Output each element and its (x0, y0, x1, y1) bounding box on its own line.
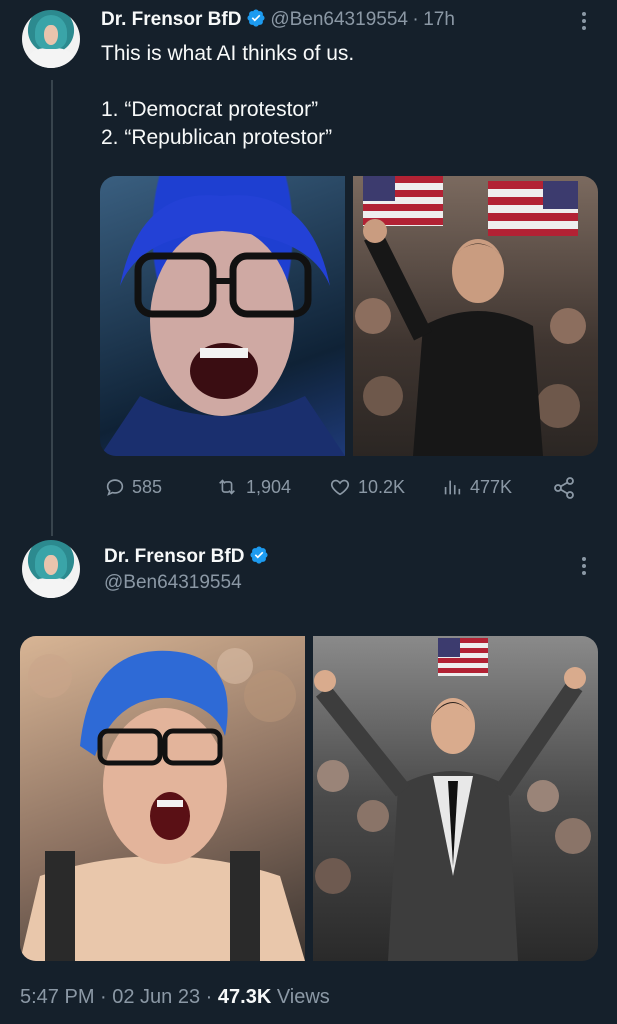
thread-line (51, 80, 53, 536)
author-name[interactable]: Dr. Frensor BfD (101, 9, 241, 30)
cheering-man-illustration (314, 638, 591, 961)
reply-icon (106, 479, 124, 496)
more-options-icon[interactable] (582, 557, 586, 578)
like-button[interactable]: 10.2K (328, 476, 405, 498)
author-handle[interactable]: @Ben64319554 (270, 9, 408, 30)
tweet-image-republican-protestor[interactable] (353, 176, 598, 456)
avatar[interactable] (22, 10, 80, 68)
views-total: 47.3K (217, 986, 272, 1008)
more-options-icon[interactable] (582, 12, 586, 33)
separator: · (412, 9, 419, 30)
tweet-text-line: This is what AI thinks of us. (101, 42, 355, 65)
analytics-icon (444, 480, 461, 495)
tweet-timestamp[interactable]: 5:47 PM · 02 Jun 23 · 47.3K Views (20, 986, 330, 1009)
share-button[interactable] (552, 476, 576, 500)
american-flag-right (488, 181, 578, 236)
author-handle[interactable]: @Ben64319554 (104, 572, 269, 594)
verified-badge-icon (247, 9, 265, 27)
reply-count: 585 (132, 476, 163, 497)
tweet-header: Dr. Frensor BfD @Ben64319554 · 17h (101, 8, 455, 31)
screaming-woman-illustration (20, 648, 305, 961)
author-block: Dr. Frensor BfD @Ben64319554 (104, 545, 269, 594)
tweet-image-democrat-protestor[interactable] (20, 636, 305, 961)
heart-icon (330, 479, 350, 496)
views-button[interactable]: 477K (440, 476, 512, 498)
share-icon (554, 477, 574, 499)
tweet-time[interactable]: 17h (423, 9, 455, 30)
retweet-icon (219, 479, 235, 495)
retweet-button[interactable]: 1,904 (214, 476, 291, 498)
verified-badge-icon (250, 546, 268, 564)
tweet-text-line: 1. “Democrat protestor” (101, 98, 319, 121)
american-flag-left (363, 176, 443, 226)
like-count: 10.2K (358, 476, 406, 497)
tweet-image-democrat-protestor[interactable] (100, 176, 345, 456)
tweet-text-line: 2. “Republican protestor” (101, 126, 333, 149)
reply-button[interactable]: 585 (104, 476, 162, 498)
tweet-image-republican-protestor[interactable] (313, 636, 598, 961)
tweet-text: This is what AI thinks of us. 1. “Democr… (101, 40, 354, 152)
crying-woman-illustration (100, 195, 345, 456)
retweet-count: 1,904 (246, 476, 292, 497)
american-flag (438, 638, 488, 676)
avatar[interactable] (22, 540, 80, 598)
timestamp-text: 5:47 PM · 02 Jun 23 · (20, 986, 218, 1008)
views-label: Views (271, 986, 330, 1008)
views-count: 477K (470, 476, 513, 497)
crowd-with-flags-illustration (355, 176, 586, 456)
author-name[interactable]: Dr. Frensor BfD (104, 546, 244, 567)
